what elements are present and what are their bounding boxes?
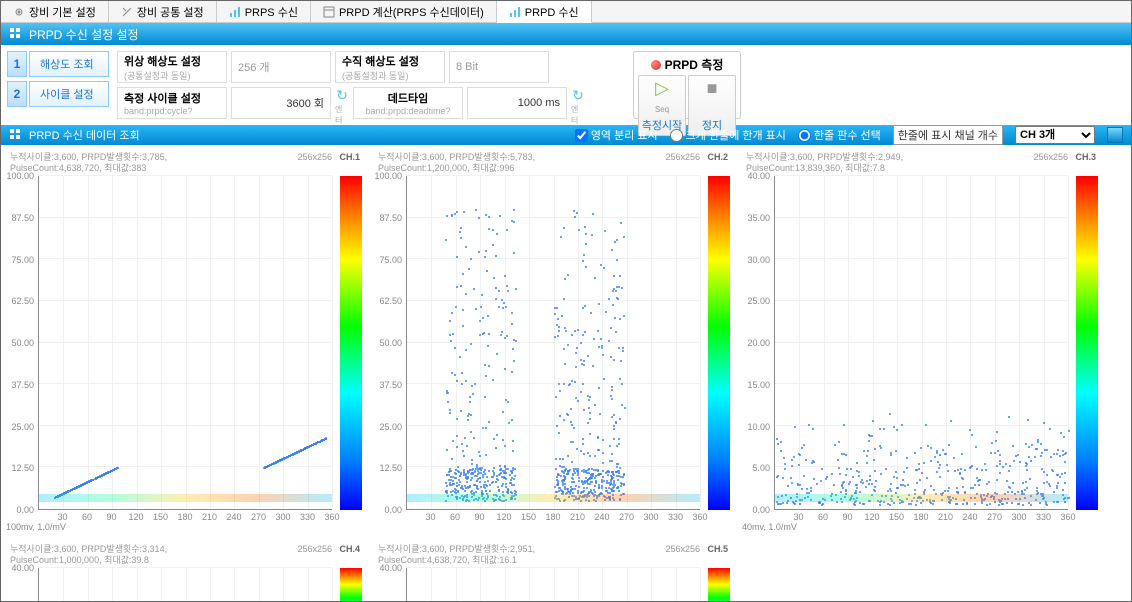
deadtime-box: 데드타임 band:prpd:deadtime? (353, 87, 463, 119)
play-icon: ▷ (641, 78, 683, 99)
chart-icon (509, 6, 521, 18)
vert-res-value: 8 Bit (449, 51, 549, 83)
tools-icon (121, 6, 133, 18)
data-view-title: PRPD 수신 데이터 조회 (29, 127, 140, 143)
tab-3[interactable]: PRPD 계산(PRPS 수신데이터) (311, 1, 497, 22)
large-one-radio[interactable]: 크게 한줄에 한개 표시 (670, 127, 786, 143)
tab-bar: 장비 기본 설정장비 공통 설정PRPS 수신PRPD 계산(PRPS 수신데이… (1, 1, 1131, 23)
refresh-icon[interactable]: ↻ (336, 87, 348, 104)
row-count-label: 한줄에 표시 채널 개수 (893, 125, 1003, 145)
tab-2[interactable]: PRPS 수신 (217, 1, 311, 22)
measurement-control: PRPD 측정 ▷ Seq 측정시작 ■ 정지 (633, 51, 741, 119)
plot-area[interactable] (406, 176, 700, 510)
settings-header: PRPD 수신 설정 설정 (1, 23, 1131, 45)
plot-area[interactable] (38, 176, 332, 510)
step-2[interactable]: 2 사이클 설정 (7, 81, 109, 107)
row-count-radio[interactable]: 한줄 판수 선택 (798, 127, 881, 143)
grid-icon (9, 27, 23, 41)
settings-title: PRPD 수신 설정 설정 (29, 26, 139, 43)
view-options-bar: PRPD 수신 데이터 조회 영역 분리 표시 크게 한줄에 한개 표시 한줄 … (1, 125, 1131, 145)
phase-res-value: 256 개 (231, 51, 331, 83)
stop-icon: ■ (691, 78, 733, 99)
expand-button[interactable] (1107, 127, 1123, 143)
tab-4[interactable]: PRPD 수신 (497, 1, 592, 23)
record-icon (651, 60, 661, 70)
tab-0[interactable]: 장비 기본 설정 (1, 1, 109, 22)
chart-CH.5: 누적사이클:3,600, PRPD발생횟수:2,951,PulseCount:4… (371, 539, 735, 601)
colorbar (708, 568, 730, 601)
chart-icon (229, 6, 241, 18)
chart-CH.1: 누적사이클:3,600, PRPD발생횟수:3,785,PulseCount:4… (3, 147, 367, 535)
refresh-icon[interactable]: ↻ (572, 87, 584, 104)
colorbar (1076, 176, 1098, 510)
tab-1[interactable]: 장비 공통 설정 (109, 1, 217, 22)
plot-area[interactable] (774, 176, 1068, 510)
colorbar (340, 176, 362, 510)
settings-panel: 1 해상도 조회 2 사이클 설정 위상 해상도 설정 (공통설정과 동일) 2… (1, 45, 1131, 125)
step-group: 1 해상도 조회 2 사이클 설정 (7, 51, 109, 119)
deadtime-value[interactable]: 1000 ms (467, 87, 567, 119)
vert-res-box: 수직 해상도 설정 (공통설정과 동일) (335, 51, 445, 83)
chart-CH.2: 누적사이클:3,600, PRPD발생횟수:5,783,PulseCount:1… (371, 147, 735, 535)
channel-count-select[interactable]: CH 3개 (1015, 126, 1095, 144)
cycle-box: 측정 사이클 설정 band:prpd:cycle? (117, 87, 227, 119)
phase-res-box: 위상 해상도 설정 (공통설정과 동일) (117, 51, 227, 83)
colorbar (340, 568, 362, 601)
chart-CH.3: 누적사이클:3,600, PRPD발생횟수:2,949,PulseCount:1… (739, 147, 1103, 535)
cycle-value[interactable]: 3600 회 (231, 87, 331, 119)
grid-icon (9, 128, 23, 142)
colorbar (708, 176, 730, 510)
step-1[interactable]: 1 해상도 조회 (7, 51, 109, 77)
chart-CH.4: 누적사이클:3,600, PRPD발생횟수:3,314,PulseCount:1… (3, 539, 367, 601)
plot-area[interactable] (38, 568, 332, 601)
plot-area[interactable] (406, 568, 700, 601)
area-split-checkbox[interactable]: 영역 분리 표시 (575, 127, 658, 143)
charts-container: 누적사이클:3,600, PRPD발생횟수:3,785,PulseCount:4… (1, 145, 1131, 601)
gear-icon (13, 6, 25, 18)
calc-icon (323, 6, 335, 18)
